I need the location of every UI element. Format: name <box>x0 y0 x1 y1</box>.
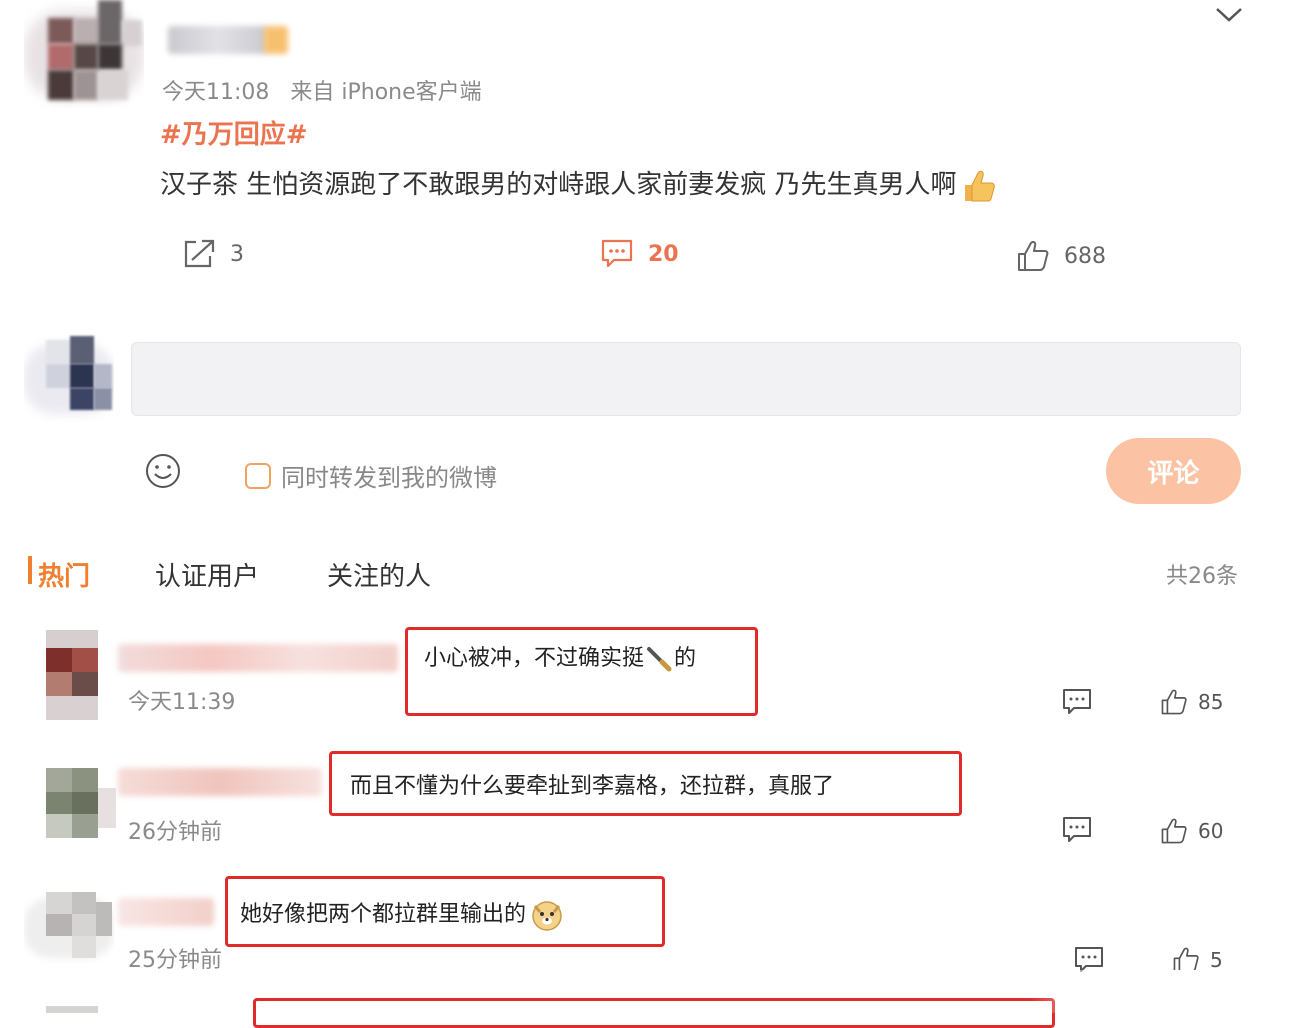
thumbs-up-emoji-icon <box>961 169 997 203</box>
watermark-fade <box>1030 970 1302 1013</box>
comment-text: 小心被冲，不过确实挺 的 <box>424 640 696 672</box>
post-time: 今天11:08 <box>162 80 270 105</box>
comment-avatar[interactable] <box>46 768 116 838</box>
comment-avatar[interactable] <box>24 888 114 968</box>
repost-checkbox[interactable] <box>245 462 271 489</box>
username-blurred[interactable] <box>168 26 268 54</box>
highlight-box <box>253 998 1055 1028</box>
current-user-avatar <box>24 334 114 422</box>
smiley-icon[interactable] <box>144 452 182 490</box>
post-text: 汉子茶 生怕资源跑了不敢跟男的对峙跟人家前妻发疯 乃先生真男人啊 <box>160 170 957 200</box>
commenter-name-blurred[interactable] <box>118 898 214 926</box>
tab-hot-marker <box>28 556 32 584</box>
comment-total: 共26条 <box>1166 564 1238 589</box>
comment-time: 今天11:39 <box>128 690 236 715</box>
comment-avatar[interactable] <box>46 1006 98 1013</box>
topic-hashtag[interactable]: #乃万回应# <box>160 114 308 151</box>
repost-to-my-weibo[interactable]: 同时转发到我的微博 <box>245 458 497 493</box>
thumbs-up-icon <box>1016 240 1050 272</box>
comment-like-button[interactable]: 85 <box>1160 688 1223 716</box>
comment-text-suffix: 的 <box>674 646 697 671</box>
submit-comment-button[interactable]: 评论 <box>1106 438 1241 504</box>
thumbs-up-icon <box>1160 817 1188 845</box>
thumbs-up-icon <box>1160 688 1188 716</box>
comment-like-button[interactable]: 60 <box>1160 817 1223 845</box>
commenter-name-blurred[interactable] <box>118 644 398 672</box>
comment-text-main: 她好像把两个都拉群里输出的 <box>240 902 527 927</box>
repost-button[interactable]: 3 <box>182 238 244 270</box>
tab-following[interactable]: 关注的人 <box>327 556 431 593</box>
commenter-name-blurred[interactable] <box>118 768 322 796</box>
comment-time: 25分钟前 <box>128 948 222 973</box>
comment-text: 她好像把两个都拉群里输出的 <box>240 896 564 932</box>
comment-icon <box>600 238 634 270</box>
comment-button[interactable]: 20 <box>600 238 679 270</box>
like-count: 688 <box>1064 243 1106 269</box>
tab-verified-users[interactable]: 认证用户 <box>155 556 259 593</box>
post-body: 汉子茶 生怕资源跑了不敢跟男的对峙跟人家前妻发疯 乃先生真男人啊 <box>160 164 997 203</box>
comment-like-count: 5 <box>1210 948 1223 972</box>
comment-like-count: 60 <box>1198 819 1224 843</box>
comment-count: 20 <box>648 241 679 267</box>
tab-hot[interactable]: 热门 <box>38 556 90 593</box>
avatar[interactable] <box>24 0 144 108</box>
member-badge-blurred <box>264 26 288 54</box>
comment-text: 而且不懂为什么要牵扯到李嘉格，还拉群，真服了 <box>350 774 835 799</box>
knife-emoji-icon <box>646 646 672 672</box>
comment-input[interactable] <box>131 342 1241 416</box>
chevron-down-icon[interactable] <box>1214 4 1244 24</box>
post-source: 来自 iPhone客户端 <box>290 80 482 105</box>
dog-face-emoji-icon <box>530 898 564 932</box>
repost-checkbox-label: 同时转发到我的微博 <box>281 464 497 492</box>
like-button[interactable]: 688 <box>1016 240 1106 272</box>
comment-icon[interactable] <box>1062 688 1092 716</box>
post-meta: 今天11:08 来自 iPhone客户端 <box>162 74 482 106</box>
comment-like-count: 85 <box>1198 690 1224 714</box>
repost-icon <box>182 238 216 270</box>
comment-text-main: 小心被冲，不过确实挺 <box>424 646 645 671</box>
repost-count: 3 <box>230 241 244 267</box>
comment-avatar[interactable] <box>46 630 98 720</box>
comment-icon[interactable] <box>1062 816 1092 844</box>
comment-time: 26分钟前 <box>128 820 222 845</box>
